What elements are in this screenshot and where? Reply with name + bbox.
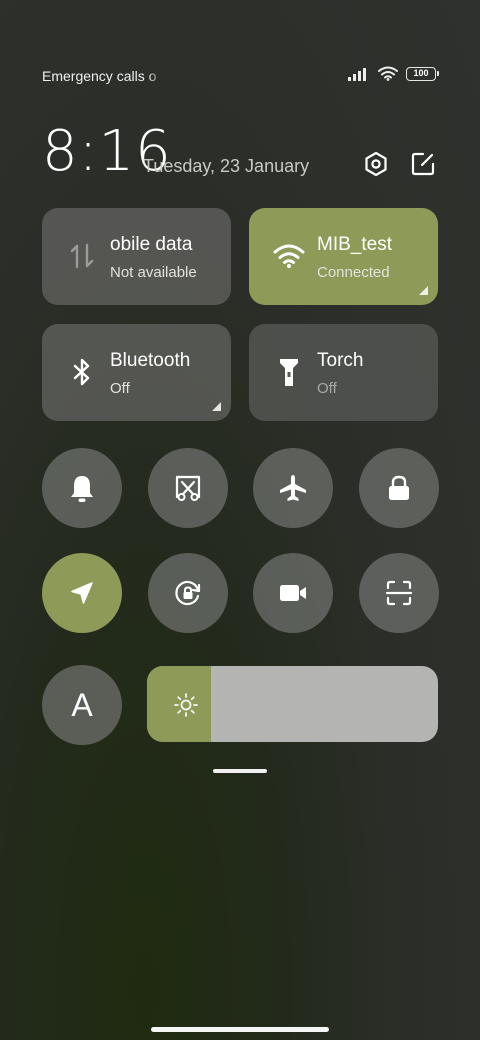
bell-icon	[71, 476, 93, 502]
tile-torch[interactable]: Torch Off	[249, 324, 438, 421]
edit-icon	[411, 152, 435, 176]
torch-icon	[271, 354, 307, 390]
status-icons: 100	[348, 66, 439, 81]
toggle-ringer[interactable]	[42, 448, 122, 528]
tile-mobile-data-status: Not available	[110, 264, 197, 281]
tile-wifi-label: MIB_test	[317, 234, 392, 255]
toggle-screenshot[interactable]	[148, 448, 228, 528]
edit-button[interactable]	[409, 150, 437, 178]
tile-mobile-data-label: obile data	[110, 234, 193, 255]
tile-wifi[interactable]: MIB_test Connected	[249, 208, 438, 305]
toggle-lock-screen[interactable]	[359, 448, 439, 528]
location-icon	[71, 582, 93, 604]
tile-bluetooth-label: Bluetooth	[110, 350, 191, 371]
tile-bluetooth-status: Off	[110, 380, 130, 397]
expand-corner-icon[interactable]	[212, 402, 221, 411]
settings-button[interactable]	[362, 150, 390, 178]
battery-icon: 100	[406, 66, 439, 81]
settings-icon	[365, 151, 387, 177]
date: Tuesday, 23 January	[143, 156, 310, 176]
lock-icon	[389, 475, 409, 500]
toggle-screen-recorder[interactable]	[253, 553, 333, 633]
tile-torch-status: Off	[317, 380, 337, 397]
panel-drag-handle[interactable]	[213, 769, 267, 773]
carrier-text: Emergency calls o	[42, 68, 157, 84]
rotation-lock-icon	[175, 580, 201, 606]
status-bar: Emergency calls o 100	[42, 66, 439, 86]
bluetooth-icon	[64, 354, 100, 390]
sun-icon	[174, 693, 198, 717]
auto-brightness-label: A	[71, 686, 93, 723]
wifi-status-icon	[378, 66, 398, 81]
signal-icon	[348, 67, 366, 81]
mobile-data-icon	[64, 238, 100, 274]
brightness-slider[interactable]	[147, 666, 438, 742]
wifi-icon	[271, 238, 307, 274]
toggle-rotation-lock[interactable]	[148, 553, 228, 633]
video-icon	[280, 585, 306, 601]
expand-corner-icon[interactable]	[419, 286, 428, 295]
toggle-location[interactable]	[42, 553, 122, 633]
tile-bluetooth[interactable]: Bluetooth Off	[42, 324, 231, 421]
home-indicator[interactable]	[151, 1027, 329, 1032]
toggle-airplane[interactable]	[253, 448, 333, 528]
screenshot-icon	[175, 475, 201, 501]
toggle-scanner[interactable]	[359, 553, 439, 633]
tile-wifi-status: Connected	[317, 264, 390, 281]
auto-brightness-button[interactable]: A	[42, 665, 122, 745]
tile-mobile-data[interactable]: obile data Not available	[42, 208, 231, 305]
tile-torch-label: Torch	[317, 350, 364, 371]
scanner-icon	[385, 580, 413, 606]
airplane-icon	[280, 475, 306, 501]
